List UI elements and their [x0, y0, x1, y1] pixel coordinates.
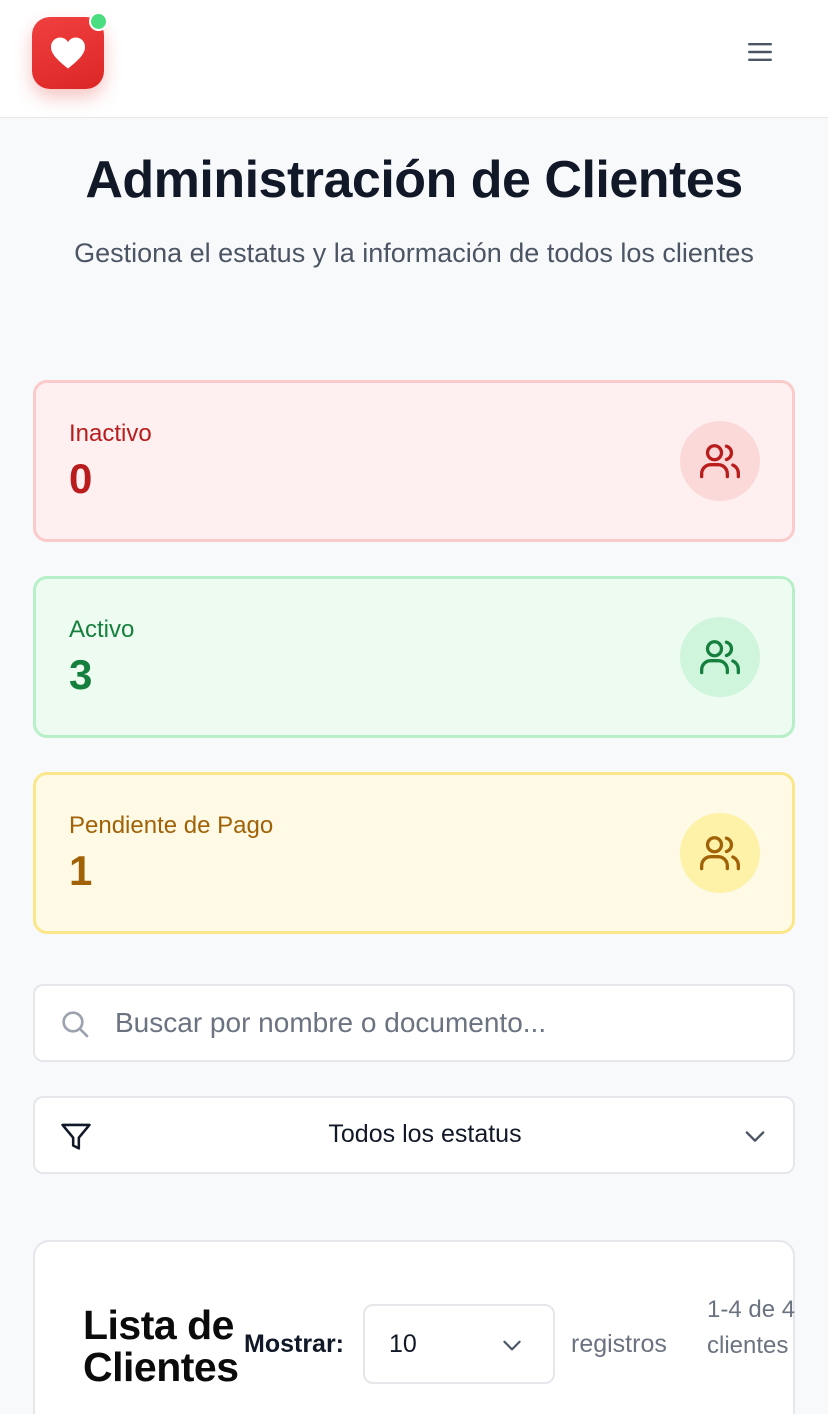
- list-title: Lista de Clientes: [83, 1302, 239, 1390]
- show-label: Mostrar:: [244, 1330, 345, 1358]
- stat-label: Activo: [69, 616, 135, 643]
- search-icon: [62, 1011, 89, 1038]
- filter-icon: [61, 1123, 91, 1150]
- chevron-down-icon: [503, 1340, 521, 1351]
- stat-value: 0: [69, 455, 93, 502]
- users-icon: [680, 421, 760, 501]
- hamburger-menu-icon: [748, 43, 772, 61]
- menu-button[interactable]: [738, 30, 782, 74]
- stat-value: 1: [69, 847, 93, 894]
- users-icon: [680, 813, 760, 893]
- online-status-dot: [89, 12, 108, 31]
- page-title: Administración de Clientes: [85, 151, 743, 209]
- stat-label: Inactivo: [69, 420, 152, 447]
- chevron-down-icon: [745, 1131, 765, 1142]
- stat-value: 3: [69, 651, 93, 698]
- page-size-value: 10: [389, 1330, 417, 1358]
- page-size-select[interactable]: 10: [363, 1304, 555, 1384]
- search-input[interactable]: [115, 988, 775, 1058]
- users-icon: [680, 617, 760, 697]
- records-label: registros: [571, 1330, 667, 1358]
- search-box: [33, 984, 795, 1062]
- pagination-range: 1-4 de 4 clientes: [707, 1296, 796, 1359]
- status-filter-value: Todos los estatus: [328, 1120, 522, 1148]
- stat-card-active[interactable]: Activo 3: [33, 576, 795, 738]
- page-subtitle: Gestiona el estatus y la información de …: [74, 238, 754, 268]
- stat-card-inactive[interactable]: Inactivo 0: [33, 380, 795, 542]
- stat-label: Pendiente de Pago: [69, 812, 274, 839]
- client-list-card: Lista de Clientes Mostrar: 10 registros …: [33, 1240, 795, 1414]
- stat-card-pending-payment[interactable]: Pendiente de Pago 1: [33, 772, 795, 934]
- top-navigation-bar: [0, 0, 828, 118]
- status-filter-select[interactable]: Todos los estatus: [33, 1096, 795, 1174]
- heart-icon: [51, 37, 85, 69]
